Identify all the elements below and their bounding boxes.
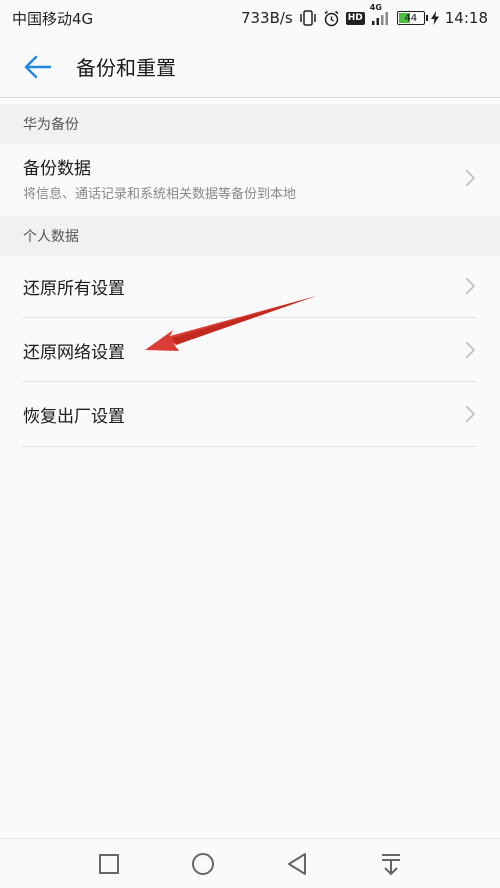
notification-pull-button[interactable] [344,839,438,888]
recent-apps-button[interactable] [62,839,156,888]
triangle-back-icon [288,852,306,875]
hd-icon: HD [345,11,365,25]
signal-icon: 4G [370,3,391,26]
factory-reset-item[interactable]: 恢复出厂设置 [0,384,500,444]
carrier-label: 中国移动4G [12,9,94,28]
battery-level: 44 [404,12,418,24]
chevron-right-icon [465,277,476,295]
network-type: 4G [369,3,382,12]
section-header-huawei-backup: 华为备份 [0,104,500,144]
clock: 14:18 [444,9,488,27]
vibrate-icon [299,10,317,26]
page-title: 备份和重置 [76,56,176,80]
factory-reset-title: 恢复出厂设置 [23,406,125,427]
backup-data-item[interactable]: 备份数据 将信息、通话记录和系统相关数据等备份到本地 [0,144,500,212]
arrow-left-icon [24,55,52,78]
notification-pull-icon [382,853,400,875]
back-button[interactable] [0,36,76,98]
divider [23,317,476,318]
home-button[interactable] [156,839,250,888]
divider [23,446,476,447]
status-bar: 中国移动4G 733B/s HD 4G 44 14:18 [0,0,500,36]
section-header-personal-data: 个人数据 [0,216,500,256]
circle-icon [192,852,214,875]
square-icon [99,853,119,874]
network-speed: 733B/s [240,9,293,27]
reset-network-settings-item[interactable]: 还原网络设置 [0,320,500,380]
reset-all-settings-title: 还原所有设置 [23,278,125,299]
navigation-bar [0,838,500,888]
backup-data-title: 备份数据 [23,159,91,179]
charging-icon [430,11,439,25]
chevron-right-icon [465,405,476,423]
backup-data-subtitle: 将信息、通话记录和系统相关数据等备份到本地 [23,187,297,202]
battery-icon: 44 [396,11,428,25]
chevron-right-icon [465,169,476,187]
divider [23,381,476,382]
back-nav-button[interactable] [250,839,344,888]
reset-network-settings-title: 还原网络设置 [23,342,125,363]
reset-all-settings-item[interactable]: 还原所有设置 [0,256,500,316]
title-bar: 备份和重置 [0,36,500,98]
alarm-icon [323,10,340,27]
chevron-right-icon [465,341,476,359]
